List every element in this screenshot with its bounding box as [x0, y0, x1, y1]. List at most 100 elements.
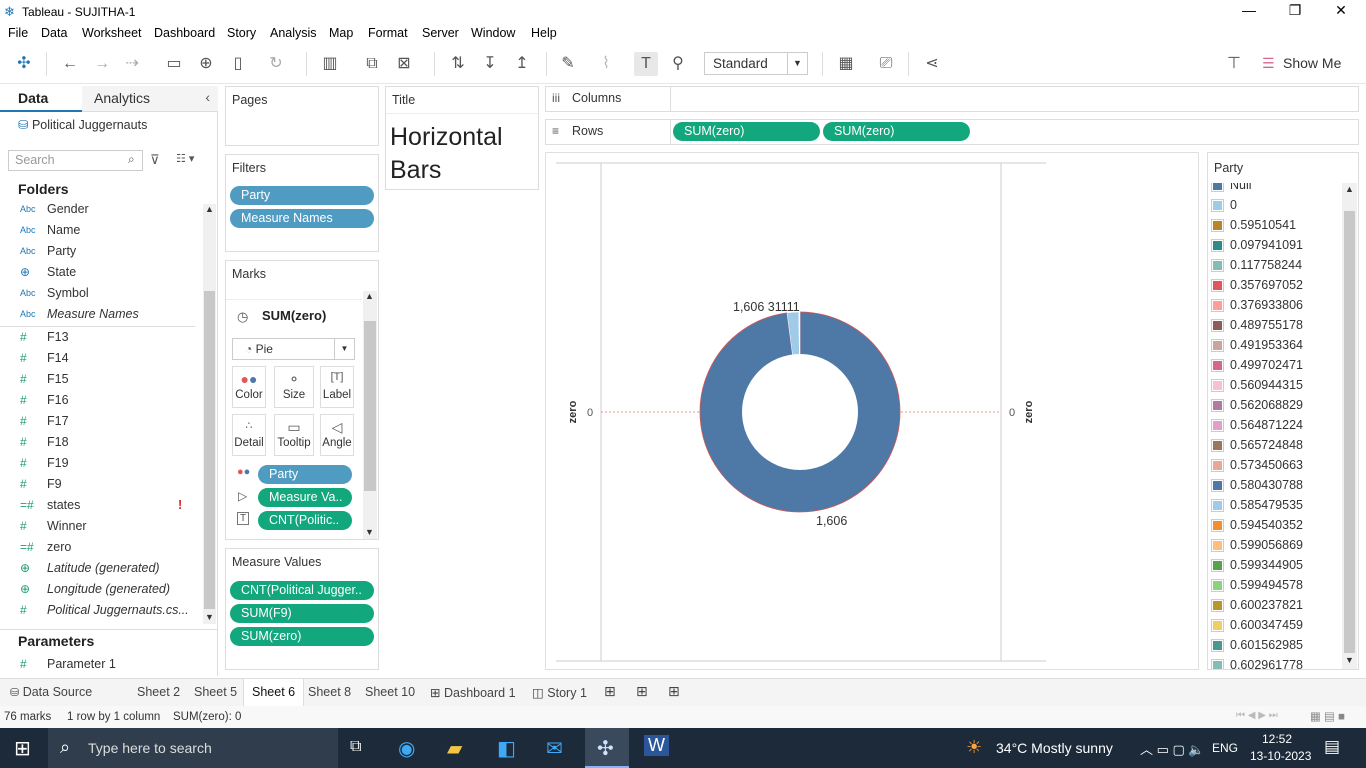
show-me-button[interactable]: Show Me [1283, 55, 1341, 71]
field-f19[interactable]: # F19 [0, 455, 200, 476]
edge-icon[interactable]: ◉ [398, 736, 415, 761]
menu-dashboard[interactable]: Dashboard [154, 26, 215, 40]
tab-story-1[interactable]: ◫ Story 1 [532, 685, 587, 700]
tab-sheet-2[interactable]: Sheet 2 [137, 685, 180, 699]
sort-descending-icon[interactable]: ↥ [510, 52, 534, 76]
field-winner[interactable]: # Winner [0, 518, 200, 539]
title-card[interactable]: Title Horizontal Bars [385, 86, 539, 190]
fix-axes-icon[interactable]: ⚲ [666, 52, 690, 76]
navigation-arrows-icon[interactable]: ⏮ ◀ ▶ ⏭ [1236, 710, 1278, 721]
tab-sheet-8[interactable]: Sheet 8 [308, 685, 351, 699]
legend-scrollbar[interactable]: ▲ ▼ [1342, 183, 1357, 669]
view-mode-icons[interactable]: ▦ ▤ ■ [1310, 709, 1345, 723]
measure-values-card[interactable]: Measure Values CNT(Political Jugger.. SU… [225, 548, 379, 670]
menu-map[interactable]: Map [329, 26, 353, 40]
field-state[interactable]: ⊕ State [0, 264, 200, 285]
presentation-mode-icon[interactable]: ⎚ [874, 52, 898, 76]
swap-rows-columns-icon[interactable]: ⇅ [446, 52, 470, 76]
new-dashboard-tab-icon[interactable]: ⊞ [636, 683, 648, 700]
field-gender[interactable]: Abc Gender [0, 201, 200, 222]
field-f17[interactable]: # F17 [0, 413, 200, 434]
minimize-button[interactable]: — [1226, 2, 1272, 18]
field-latitude[interactable]: ⊕ Latitude (generated) [0, 560, 200, 581]
menu-file[interactable]: File [8, 26, 28, 40]
parameter-1[interactable]: # Parameter 1 [0, 656, 200, 677]
marks-pill-party[interactable]: Party [258, 465, 352, 484]
store-icon[interactable]: ◧ [497, 736, 516, 761]
detail-button[interactable]: ∴ Detail [232, 414, 266, 456]
field-f18[interactable]: # F18 [0, 434, 200, 455]
share-icon[interactable]: ⋖ [920, 52, 944, 76]
menu-help[interactable]: Help [531, 26, 557, 40]
label-button[interactable]: [T] Label [320, 366, 354, 408]
file-explorer-icon[interactable]: ▰ [447, 736, 462, 761]
measure-value-pill-cnt[interactable]: CNT(Political Jugger.. [230, 581, 374, 600]
field-zero[interactable]: =# zero [0, 539, 200, 560]
format-painter-icon[interactable]: ⊤ [1222, 52, 1246, 76]
field-f16[interactable]: # F16 [0, 392, 200, 413]
filter-icon[interactable]: ⊽ [150, 152, 160, 168]
show-cards-icon[interactable]: ▦ [834, 52, 858, 76]
replay-icon[interactable]: ⇢ [120, 52, 144, 76]
tab-data[interactable]: Data [0, 86, 82, 112]
filters-card[interactable]: Filters Party Measure Names [225, 154, 379, 252]
fields-scrollbar[interactable]: ▲ ▼ [203, 204, 216, 624]
menu-story[interactable]: Story [227, 26, 256, 40]
mail-icon[interactable]: ✉ [546, 736, 563, 761]
filter-pill-party[interactable]: Party [230, 186, 374, 205]
pause-updates-icon[interactable]: ▯ [226, 52, 250, 76]
search-input[interactable]: Search [8, 150, 143, 171]
task-view-icon[interactable]: ⧉ [350, 738, 361, 756]
field-longitude[interactable]: ⊕ Longitude (generated) [0, 581, 200, 602]
rows-pill-sum-zero-2[interactable]: SUM(zero) [823, 122, 970, 141]
menu-data[interactable]: Data [41, 26, 67, 40]
tableau-home-icon[interactable]: ✣ [12, 52, 36, 76]
menu-analysis[interactable]: Analysis [270, 26, 317, 40]
color-legend[interactable]: Party ▲ ▼ Null 0 0.59510541 0.097941091 0.11… [1207, 152, 1359, 670]
marks-pill-cnt[interactable]: CNT(Politic.. [258, 511, 352, 530]
field-measure-names[interactable]: Abc Measure Names [0, 306, 195, 327]
field-f13[interactable]: # F13 [0, 329, 200, 350]
field-record-count[interactable]: # Political Juggernauts.cs... [0, 602, 200, 623]
new-worksheet-tab-icon[interactable]: ⊞ [604, 683, 616, 700]
notifications-icon[interactable]: ▤ [1324, 737, 1340, 757]
field-party[interactable]: Abc Party [0, 243, 200, 264]
menu-worksheet[interactable]: Worksheet [82, 26, 142, 40]
measure-value-pill-zero[interactable]: SUM(zero) [230, 627, 374, 646]
close-button[interactable]: ✕ [1318, 2, 1364, 19]
redo-icon[interactable]: → [90, 52, 114, 76]
language-indicator[interactable]: ENG [1212, 741, 1238, 755]
marks-pill-measure-values[interactable]: Measure Va.. [258, 488, 352, 507]
new-worksheet-icon[interactable]: ▥ [318, 52, 342, 76]
field-symbol[interactable]: Abc Symbol [0, 285, 200, 306]
sort-ascending-icon[interactable]: ↧ [478, 52, 502, 76]
rows-pill-sum-zero-1[interactable]: SUM(zero) [673, 122, 820, 141]
rows-shelf[interactable]: ≡ Rows SUM(zero) SUM(zero) [545, 119, 1359, 145]
field-name[interactable]: Abc Name [0, 222, 200, 243]
save-icon[interactable]: ▭ [162, 52, 186, 76]
refresh-icon[interactable]: ↻ [264, 52, 288, 76]
tableau-taskbar-button[interactable]: ✣ [585, 728, 629, 768]
size-button[interactable]: ⚬ Size [274, 366, 314, 408]
tab-analytics[interactable]: Analytics ‹ [82, 86, 218, 112]
duplicate-sheet-icon[interactable]: ⧉ [360, 52, 384, 76]
datasource-item[interactable]: ⛁ Political Juggernauts [18, 117, 147, 132]
field-f15[interactable]: # F15 [0, 371, 200, 392]
new-story-tab-icon[interactable]: ⊞ [668, 683, 680, 700]
view-canvas[interactable]: zero 0 0 zero 1,606 31111 1,606 [545, 152, 1199, 670]
field-f14[interactable]: # F14 [0, 350, 200, 371]
view-options-icon[interactable]: ☷ ▾ [176, 152, 194, 165]
windows-start-icon[interactable]: ⊞ [14, 736, 31, 761]
group-members-icon[interactable]: ⌇ [594, 52, 618, 76]
restore-button[interactable]: ❐ [1272, 2, 1318, 19]
field-states[interactable]: =# states! [0, 497, 200, 518]
tab-sheet-5[interactable]: Sheet 5 [194, 685, 237, 699]
columns-shelf[interactable]: iii Columns [545, 86, 1359, 112]
field-f9[interactable]: # F9 [0, 476, 200, 497]
tooltip-button[interactable]: ▭ Tooltip [274, 414, 314, 456]
show-mark-labels-icon[interactable]: T [634, 52, 658, 76]
menu-format[interactable]: Format [368, 26, 408, 40]
tab-sheet-6[interactable]: Sheet 6 [243, 679, 305, 707]
tray-icons[interactable]: ︿ ▭ ▢ 🔈 [1140, 739, 1205, 758]
fit-select[interactable]: Standard ▼ [704, 52, 808, 75]
